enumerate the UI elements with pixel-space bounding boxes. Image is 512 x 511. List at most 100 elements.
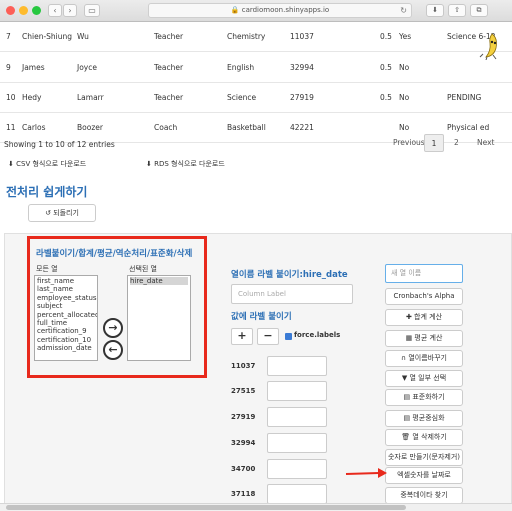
selected-columns-list[interactable]: hire_date [127, 275, 191, 361]
download-icon[interactable]: ⬇ [426, 4, 444, 17]
list-item[interactable]: last_name [37, 285, 95, 293]
selected-columns-label: 선택된 열 [129, 265, 157, 273]
download-csv-button[interactable]: ⬇ CSV 형식으로 다운로드 [8, 156, 86, 172]
list-item[interactable]: employee_status [37, 294, 97, 302]
download-csv-label: CSV 형식으로 다운로드 [16, 160, 87, 168]
share-icon[interactable]: ⇧ [448, 4, 466, 17]
reset-label: 되돌리기 [53, 209, 79, 217]
table-cell: 11 [6, 123, 16, 132]
value-label-input[interactable] [267, 433, 327, 453]
table-cell: Joyce [77, 63, 97, 72]
lock-icon: 🔒 [230, 6, 240, 14]
list-item[interactable]: full_time [37, 319, 95, 327]
list-item[interactable]: subject [37, 302, 95, 310]
list-item[interactable]: first_name [37, 277, 95, 285]
mean-center-label: 평균중심화 [412, 414, 445, 422]
close-window-icon[interactable] [6, 6, 15, 15]
table-icon: ▤ [403, 393, 411, 401]
remove-value-button[interactable]: − [257, 328, 279, 345]
table-cell: No [399, 63, 410, 72]
delete-column-label: 열 삭제하기 [412, 433, 447, 441]
scrollbar-thumb[interactable] [6, 505, 406, 510]
standardize-button[interactable]: ▤ 표준화하기 [385, 389, 463, 406]
back-icon[interactable]: ‹ [48, 4, 62, 17]
value-label: 27919 [231, 413, 256, 421]
all-columns-list[interactable]: first_name last_name employee_status sub… [34, 275, 98, 361]
to-numeric-button[interactable]: 숫자로 만들기(문자제거) [385, 449, 463, 466]
table-cell: Carlos [22, 123, 46, 132]
value-label: 37118 [231, 490, 256, 498]
table-cell: 0.5 [380, 93, 392, 102]
pagination-next[interactable]: Next [477, 134, 494, 152]
value-label-input[interactable] [267, 484, 327, 504]
column-label-input[interactable]: Column Label [231, 284, 353, 304]
table-cell: Teacher [154, 93, 184, 102]
select-columns-button[interactable]: ▼ 열 일부 선택 [385, 370, 463, 387]
select-columns-label: 열 일부 선택 [409, 374, 447, 382]
table-cell: PENDING [447, 93, 482, 102]
all-columns-label: 모든 열 [36, 265, 58, 273]
table-cell: 27919 [290, 93, 314, 102]
address-bar[interactable]: 🔒 cardiomoon.shinyapps.io ↻ [148, 3, 412, 18]
pagination-page-1[interactable]: 1 [424, 134, 444, 152]
value-label-input[interactable] [267, 356, 327, 376]
zoom-window-icon[interactable] [32, 6, 41, 15]
find-duplicates-button[interactable]: 중복데이타 찾기 [385, 487, 463, 504]
force-labels-checkbox[interactable] [285, 333, 292, 340]
value-label-input[interactable] [267, 407, 327, 427]
table-cell: English [227, 63, 255, 72]
sidebar-icon[interactable]: ▭ [84, 4, 100, 17]
rename-label: 열이름바꾸기 [408, 354, 447, 362]
download-icon: ⬇ [8, 160, 14, 168]
value-label-input[interactable] [267, 381, 327, 401]
reload-icon[interactable]: ↻ [400, 4, 407, 17]
list-item[interactable]: certification_9 [37, 327, 95, 335]
table-cell: Chien-Shiung [22, 32, 73, 41]
add-value-button[interactable]: + [231, 328, 253, 345]
table-icon: ▤ [403, 414, 411, 422]
table-cell: James [22, 63, 45, 72]
force-labels-label: force.labels [294, 331, 341, 339]
undo-icon: ↺ [45, 209, 51, 217]
filter-icon: ▼ [401, 374, 408, 382]
list-item[interactable]: admission_date [37, 344, 95, 352]
cronbach-alpha-button[interactable]: Cronbach's Alpha [385, 288, 463, 305]
table-row: 7 Chien-Shiung Wu Teacher Chemistry 1103… [0, 22, 512, 52]
group-title: 라벨붙이기/합계/평균/역순처리/표준화/삭제 [36, 249, 193, 259]
minimize-window-icon[interactable] [19, 6, 28, 15]
table-cell: No [399, 93, 410, 102]
new-column-name-input[interactable]: 새 열 이름 [385, 264, 463, 283]
reset-button[interactable]: ↺ 되돌리기 [28, 204, 96, 222]
excel-number-to-date-button[interactable]: 엑셀숫자를 날짜로 [385, 467, 463, 484]
url-text: cardiomoon.shinyapps.io [241, 6, 330, 14]
rename-column-button[interactable]: ∩ 열이름바꾸기 [385, 350, 463, 367]
horizontal-scrollbar[interactable] [0, 503, 512, 511]
list-item[interactable]: certification_10 [37, 336, 95, 344]
pagination-page-2[interactable]: 2 [454, 134, 459, 152]
list-item[interactable]: percent_allocated [37, 311, 97, 319]
table-cell: Teacher [154, 32, 184, 41]
list-item[interactable]: hire_date [130, 277, 188, 286]
trash-icon: 🗑 [401, 433, 411, 441]
value-label-title: 값에 라벨 붙이기 [231, 312, 292, 322]
download-icon: ⬇ [146, 160, 152, 168]
tabs-icon[interactable]: ⧉ [470, 4, 488, 17]
forward-icon[interactable]: › [63, 4, 77, 17]
table-cell: Yes [399, 32, 412, 41]
move-right-button[interactable]: → [103, 318, 123, 338]
pagination-previous[interactable]: Previous [393, 134, 425, 152]
delete-column-button[interactable]: 🗑 열 삭제하기 [385, 429, 463, 446]
move-left-button[interactable]: ← [103, 340, 123, 360]
mean-center-button[interactable]: ▤ 평균중심화 [385, 410, 463, 427]
table-cell: Teacher [154, 63, 184, 72]
download-rds-label: RDS 형식으로 다운로드 [154, 160, 225, 168]
value-label: 27515 [231, 387, 256, 395]
table-cell: 9 [6, 63, 11, 72]
mean-button[interactable]: ▦ 평균 계산 [385, 330, 463, 347]
value-label-input[interactable] [267, 459, 327, 479]
table-cell: 11037 [290, 32, 314, 41]
download-rds-button[interactable]: ⬇ RDS 형식으로 다운로드 [146, 156, 225, 172]
table-cell: 7 [6, 32, 11, 41]
standardize-label: 표준화하기 [412, 393, 445, 401]
sum-button[interactable]: ✚ 합계 계산 [385, 309, 463, 326]
